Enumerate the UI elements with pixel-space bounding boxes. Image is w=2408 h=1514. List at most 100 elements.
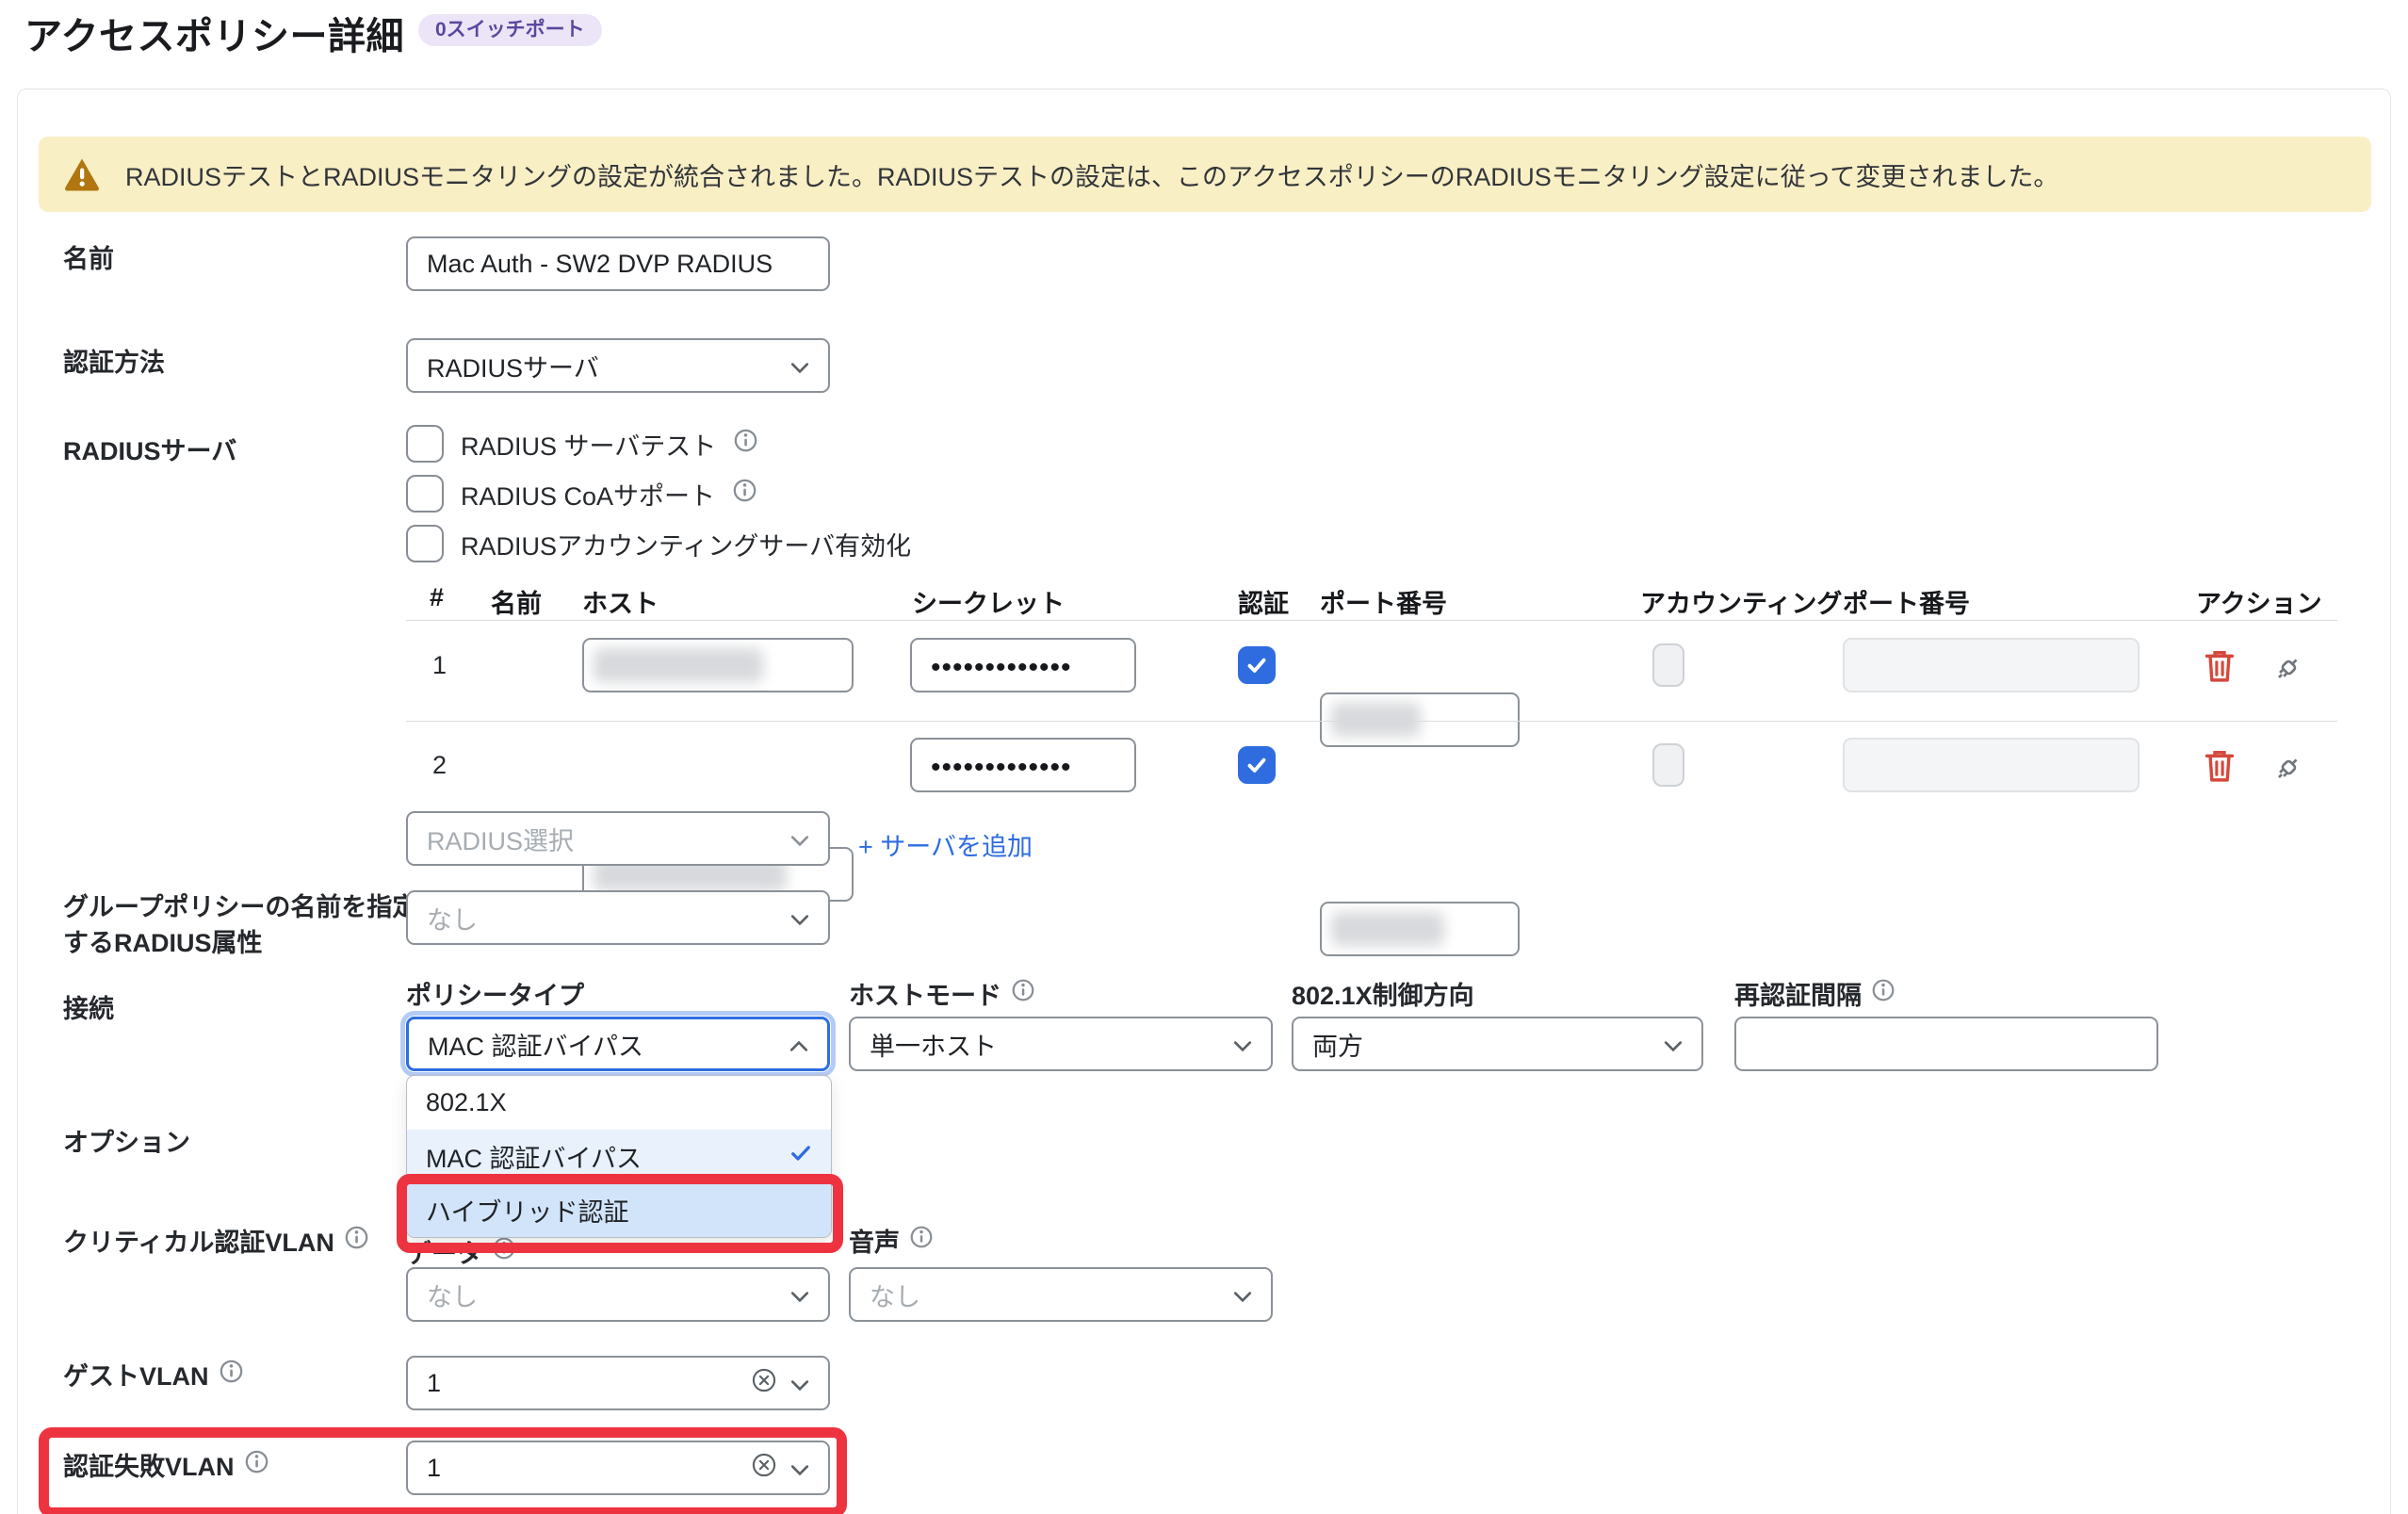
delete-server-button-row2[interactable] [2204,747,2236,790]
acct-port-input-row1[interactable] [1843,638,2140,692]
add-server-link[interactable]: + サーバを追加 [858,826,1033,863]
voice-vlan-select[interactable]: なし [849,1267,1273,1322]
failed-vlan-select[interactable]: 1 [406,1441,830,1495]
test-server-button-row1[interactable] [2271,653,2303,690]
radius-accounting-row: RADIUSアカウンティングサーバ有効化 [406,525,911,562]
info-icon[interactable] [733,428,758,460]
port-input-row2[interactable] [1320,902,1520,956]
clear-icon[interactable] [751,1452,777,1485]
policy-card: RADIUSテストとRADIUSモニタリングの設定が統合されました。RADIUS… [17,89,2391,1514]
delete-server-button-row1[interactable] [2204,647,2236,690]
secret-dots: ••••••••••••• [931,646,1072,684]
chevron-down-icon [1664,1030,1683,1059]
warning-banner: RADIUSテストとRADIUSモニタリングの設定が統合されました。RADIUS… [39,137,2371,212]
accounting-checkbox-row1[interactable] [1652,643,1684,687]
col-header-host: ホスト [582,583,659,620]
info-icon[interactable] [1871,978,1895,1009]
voice-vlan-placeholder: なし [870,1277,920,1313]
col-header-secret: シークレット [912,583,1065,620]
radius-test-checkbox[interactable] [406,425,444,463]
row-num: 1 [432,651,447,680]
radius-select[interactable]: RADIUS選択 [406,811,830,866]
trash-icon [2204,647,2236,685]
guest-vlan-select[interactable]: 1 [406,1356,830,1410]
col-header-name: 名前 [491,583,542,620]
chevron-down-icon [790,1280,809,1310]
control-direction-value: 両方 [1312,1026,1363,1063]
voice-vlan-label-text: 音声 [849,1222,900,1259]
reauth-interval-input[interactable] [1755,1030,2138,1059]
chevron-down-icon [790,351,809,381]
chevron-up-icon [789,1030,808,1059]
info-icon[interactable] [732,478,757,510]
auth-method-select[interactable]: RADIUSサーバ [406,338,830,393]
group-policy-placeholder: なし [427,900,478,936]
redacted-host-value [594,648,763,682]
host-mode-select[interactable]: 単一ホスト [849,1017,1273,1071]
col-header-acct-port: ポート番号 [1843,583,1970,620]
menu-item-hybrid-auth[interactable]: ハイブリッド認証 [407,1183,831,1237]
group-policy-label-line1: グループポリシーの名前を指定 [63,887,417,923]
guest-vlan-value: 1 [427,1369,441,1398]
menu-item-8021x[interactable]: 802.1X [407,1076,831,1130]
radius-server-label: RADIUSサーバ [63,431,236,467]
name-input-wrap [406,236,830,291]
data-vlan-select[interactable]: なし [406,1267,830,1322]
radius-coa-checkbox[interactable] [406,475,444,513]
policy-type-value: MAC 認証バイパス [428,1026,643,1063]
data-vlan-label: データ [406,1233,516,1270]
test-connection-icon [2271,653,2303,685]
data-vlan-label-text: データ [406,1233,482,1270]
trash-icon [2204,747,2236,785]
name-input[interactable] [427,250,809,279]
control-direction-select[interactable]: 両方 [1292,1017,1703,1071]
selected-check-icon [789,1142,812,1171]
info-icon[interactable] [909,1225,934,1256]
host-input-row1[interactable] [582,638,854,692]
chevron-down-icon [1233,1030,1252,1059]
info-icon[interactable] [1011,978,1035,1009]
auth-checkbox-row2[interactable] [1238,746,1276,784]
redacted-port-value [1331,912,1444,946]
table-divider [406,620,2337,621]
acct-port-input-row2[interactable] [1843,738,2140,792]
info-icon[interactable] [344,1225,369,1257]
menu-item-label: ハイブリッド認証 [426,1192,628,1229]
radius-test-row: RADIUS サーバテスト [406,425,758,463]
chevron-down-icon [790,1454,809,1483]
host-mode-value: 単一ホスト [870,1026,997,1063]
port-input-row1[interactable] [1320,692,1520,747]
info-icon[interactable] [219,1359,244,1391]
accounting-checkbox-row2[interactable] [1652,743,1684,787]
secret-input-row1[interactable]: ••••••••••••• [910,638,1136,692]
info-icon[interactable] [492,1236,516,1267]
group-policy-select[interactable]: なし [406,890,830,945]
voice-vlan-label: 音声 [849,1222,934,1259]
auth-checkbox-row1[interactable] [1238,646,1276,684]
row-num: 2 [432,751,447,780]
chevron-down-icon [790,904,809,933]
radius-accounting-checkbox[interactable] [406,525,444,562]
col-header-port: ポート番号 [1320,583,1447,620]
menu-item-mac-auth-bypass[interactable]: MAC 認証バイパス [407,1130,831,1183]
check-icon [1245,754,1268,776]
info-icon[interactable] [244,1449,269,1481]
host-mode-label: ホストモード [849,975,1035,1012]
group-policy-label-line2: するRADIUS属性 [63,922,263,959]
warning-banner-text: RADIUSテストとRADIUSモニタリングの設定が統合されました。RADIUS… [125,156,2058,193]
col-header-actions: アクション [2196,583,2322,620]
chevron-down-icon [790,1369,809,1398]
secret-input-row2[interactable]: ••••••••••••• [910,738,1136,792]
reauth-interval-input-wrap [1734,1017,2158,1071]
col-header-auth: 認証 [1238,583,1289,620]
failed-vlan-label-text: 認証失敗VLAN [63,1446,235,1483]
radius-test-label: RADIUS サーバテスト [461,426,716,463]
test-server-button-row2[interactable] [2271,753,2303,790]
policy-type-select[interactable]: MAC 認証バイパス [406,1017,830,1071]
menu-item-label: MAC 認証バイパス [426,1138,642,1175]
clear-icon[interactable] [751,1367,777,1400]
radius-select-placeholder: RADIUS選択 [427,821,574,857]
page-title: アクセスポリシー詳細 [24,6,404,60]
radius-coa-row: RADIUS CoAサポート [406,475,757,513]
policy-type-menu: 802.1X MAC 認証バイパス ハイブリッド認証 [406,1075,832,1238]
